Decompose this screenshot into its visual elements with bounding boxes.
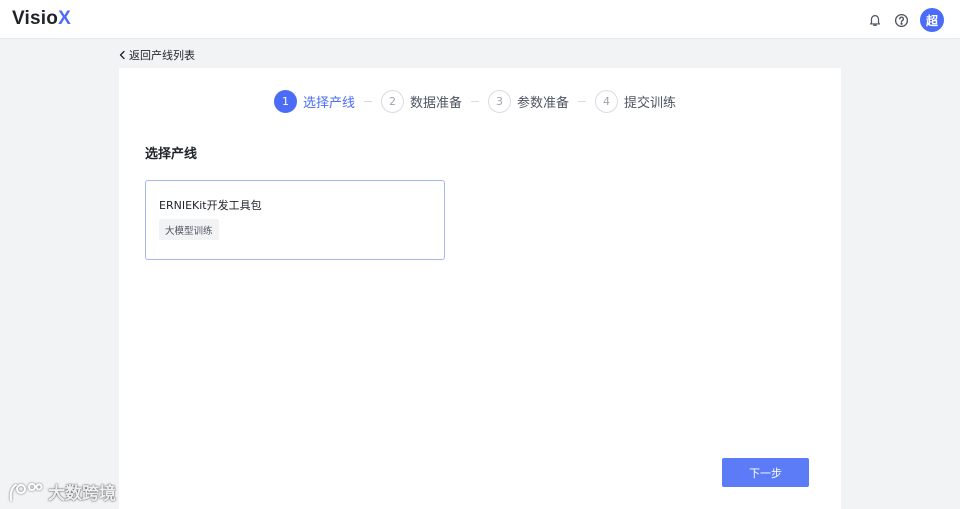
step-4[interactable]: 4 提交训练 — [595, 89, 677, 113]
step-divider — [364, 100, 373, 102]
app-logo[interactable]: VisioX — [12, 8, 71, 30]
step-2[interactable]: 2 数据准备 — [381, 89, 463, 113]
product-line-card[interactable]: ERNIEKit开发工具包 大模型训练 — [145, 180, 445, 260]
help-icon[interactable] — [892, 11, 910, 29]
step-divider — [471, 100, 480, 102]
step-label: 数据准备 — [410, 95, 463, 111]
back-link-label: 返回产线列表 — [129, 49, 195, 62]
step-number: 1 — [274, 89, 297, 113]
watermark-logo-icon — [9, 482, 43, 501]
step-label: 参数准备 — [517, 95, 570, 111]
header-actions: 超 — [866, 8, 944, 32]
bell-icon[interactable] — [866, 11, 884, 29]
step-1[interactable]: 1 选择产线 — [274, 89, 356, 113]
stepper: 1 选择产线 2 数据准备 3 参数准备 4 提交训练 — [274, 89, 676, 113]
watermark-text: 大数跨境 — [48, 484, 116, 504]
top-bar: VisioX 超 — [0, 0, 960, 39]
step-number: 2 — [381, 89, 405, 113]
step-number: 3 — [488, 89, 512, 113]
section-title: 选择产线 — [145, 147, 198, 162]
step-label: 提交训练 — [624, 95, 677, 111]
step-label: 选择产线 — [303, 95, 356, 111]
watermark: 大数跨境 — [8, 479, 116, 504]
step-divider — [578, 100, 587, 102]
step-3[interactable]: 3 参数准备 — [488, 89, 570, 113]
product-line-name: ERNIEKit开发工具包 — [159, 199, 262, 212]
user-avatar[interactable]: 超 — [920, 8, 944, 32]
product-line-tag: 大模型训练 — [159, 219, 219, 240]
logo-text: Visio — [12, 8, 59, 29]
back-link[interactable]: 返回产线列表 — [118, 47, 195, 63]
next-button[interactable]: 下一步 — [722, 458, 809, 487]
main-card: 1 选择产线 2 数据准备 3 参数准备 4 提交训练 选择产线 ERNIEKi… — [119, 68, 841, 509]
step-number: 4 — [595, 89, 619, 113]
chevron-left-icon — [119, 50, 125, 60]
logo-accent: X — [58, 8, 71, 29]
